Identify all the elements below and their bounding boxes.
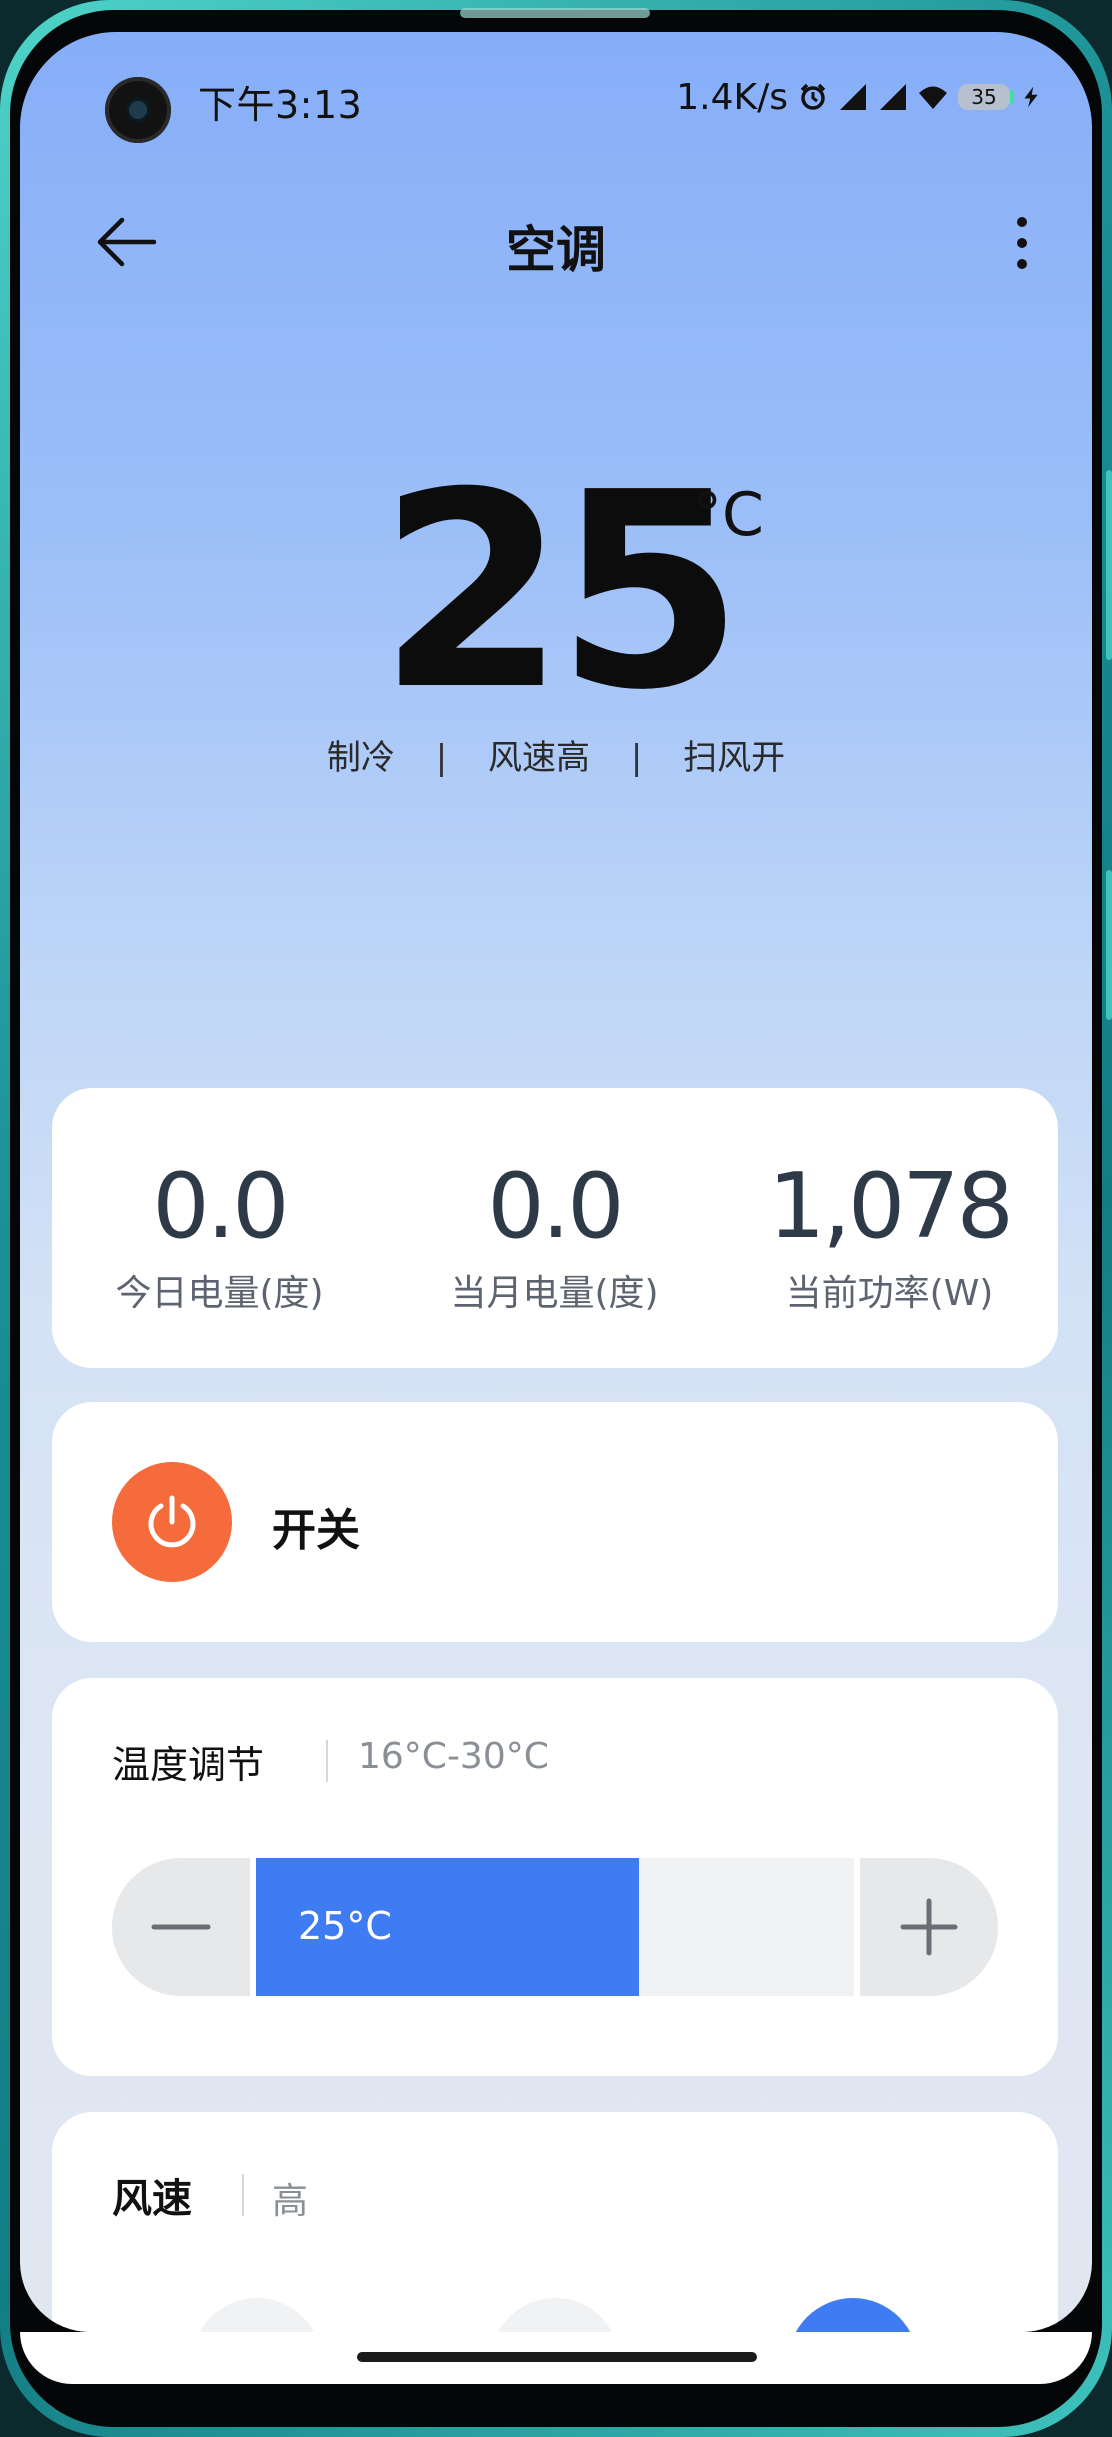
plus-icon [900,1898,958,1956]
net-speed: 1.4K/s [676,76,788,118]
wind-speed-option-low[interactable] [192,2298,322,2332]
stat-label: 当前功率(W) [785,1273,994,1314]
current-temperature: 25 [378,434,744,749]
increase-temperature-button[interactable] [860,1858,998,1996]
side-button [1106,870,1112,1020]
temperature-slider-value: 25°C [298,1904,392,1948]
swing-label: 扫风开 [683,738,786,778]
power-icon [148,1495,196,1548]
temperature-range: 16°C-30°C [358,1736,549,1777]
power-card[interactable]: 开关 [52,1402,1058,1642]
status-icons: 1.4K/s 35 [676,76,1042,118]
side-button [1106,470,1112,660]
separator: | [435,738,448,778]
temperature-control-card: 温度调节 16°C-30°C 25°C [52,1678,1058,2076]
stat-today-energy: 0.0 今日电量(度) [52,1088,387,1368]
stat-current-power: 1,078 当前功率(W) [722,1088,1057,1368]
temperature-slider[interactable]: 25°C [112,1858,998,1996]
status-time: 下午3:13 [198,83,363,127]
wind-speed-option-high[interactable] [788,2298,918,2332]
wind-label: 风速高 [488,738,590,778]
wifi-icon [919,86,947,109]
separator: | [630,738,643,778]
alarm-icon [800,83,826,110]
divider [242,2174,244,2216]
divider [326,1740,328,1782]
signal-icon [840,84,866,110]
charging-icon [1024,86,1038,108]
signal-icon [880,84,906,110]
minus-icon [151,1924,211,1930]
wind-speed-title: 风速 [112,2176,192,2222]
front-camera [105,77,171,143]
power-label: 开关 [272,1505,360,1556]
stat-label: 今日电量(度) [115,1273,324,1314]
wind-speed-card: 风速 高 [52,2112,1058,2332]
stat-value: 1,078 [768,1154,1014,1259]
stat-label: 当月电量(度) [450,1273,659,1314]
temperature-control-title: 温度调节 [112,1743,265,1787]
mode-summary: 制冷 | 风速高 | 扫风开 [20,730,1092,779]
screen: 下午3:13 1.4K/s 35 空调 25 °C 制冷 | 风速高 | 扫风开… [20,32,1092,2332]
more-button[interactable] [992,208,1052,278]
power-button[interactable] [112,1462,232,1582]
energy-stats-card: 0.0 今日电量(度) 0.0 当月电量(度) 1,078 当前功率(W) [52,1088,1058,1368]
stat-value: 0.0 [152,1154,289,1259]
mode-label: 制冷 [326,738,395,778]
page-title: 空调 [506,221,606,279]
decrease-temperature-button[interactable] [112,1858,250,1996]
temperature-unit: °C [692,480,764,550]
battery-icon: 35 [958,84,1014,110]
more-vertical-icon [1017,217,1027,269]
home-indicator[interactable] [357,2352,757,2362]
battery-level: 35 [971,85,997,109]
stat-value: 0.0 [487,1154,624,1259]
wind-speed-option-medium[interactable] [490,2298,620,2332]
wind-speed-value: 高 [272,2181,309,2222]
speaker-grille [460,8,650,18]
stat-month-energy: 0.0 当月电量(度) [387,1088,722,1368]
